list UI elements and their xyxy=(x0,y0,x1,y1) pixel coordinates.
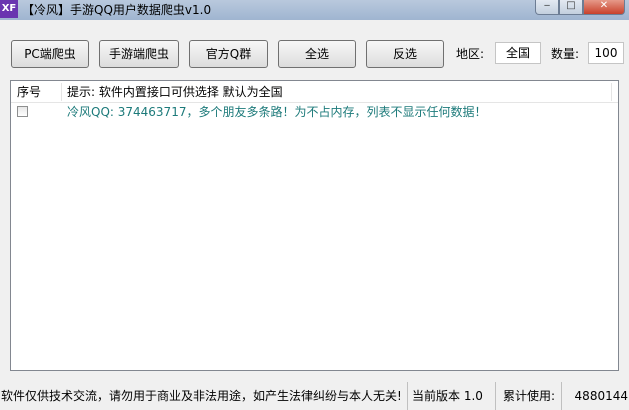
title-bar: XF 【冷风】手游QQ用户数据爬虫v1.0 ‒ □ ✕ xyxy=(0,0,629,20)
list-item[interactable]: 冷风QQ: 374463717，多个朋友多条路！为不占内存，列表不显示任何数据！ xyxy=(11,103,618,121)
invert-selection-button[interactable]: 反选 xyxy=(366,40,444,68)
column-divider[interactable] xyxy=(611,83,612,101)
column-header-hint[interactable]: 提示: 软件内置接口可供选择 默认为全国 xyxy=(67,84,283,100)
official-qq-group-button[interactable]: 官方Q群 xyxy=(189,40,268,68)
select-all-button[interactable]: 全选 xyxy=(278,40,356,68)
maximize-button[interactable]: □ xyxy=(559,0,583,15)
pc-crawler-button[interactable]: PC端爬虫 xyxy=(11,40,89,68)
region-label: 地区: xyxy=(456,47,485,61)
version-text: 当前版本 1.0 xyxy=(408,382,496,410)
app-logo-icon: XF xyxy=(0,0,18,18)
close-icon: ✕ xyxy=(599,0,609,11)
row-text: 冷风QQ: 374463717，多个朋友多条路！为不占内存，列表不显示任何数据！ xyxy=(67,105,487,119)
row-checkbox[interactable] xyxy=(17,106,28,117)
disclaimer-text: 软件仅供技术交流，请勿用于商业及非法用途，如产生法律纠纷与本人无关! xyxy=(0,382,408,410)
list-header: 序号 提示: 软件内置接口可供选择 默认为全国 xyxy=(11,81,618,103)
close-button[interactable]: ✕ xyxy=(583,0,625,15)
minimize-button[interactable]: ‒ xyxy=(535,0,559,15)
results-list[interactable]: 序号 提示: 软件内置接口可供选择 默认为全国 冷风QQ: 374463717，… xyxy=(10,80,619,371)
window-title: 【冷风】手游QQ用户数据爬虫v1.0 xyxy=(22,3,212,17)
quantity-label: 数量: xyxy=(551,47,580,61)
usage-count-label: 累计使用: xyxy=(496,382,562,410)
maximize-icon: □ xyxy=(566,0,576,11)
quantity-input[interactable]: 100 xyxy=(588,42,624,64)
minimize-icon: ‒ xyxy=(543,0,551,11)
usage-count-value: 4880144 xyxy=(574,389,628,403)
column-header-index[interactable]: 序号 xyxy=(17,84,41,100)
region-select[interactable]: 全国 xyxy=(495,42,541,64)
status-bar: 软件仅供技术交流，请勿用于商业及非法用途，如产生法律纠纷与本人无关! 当前版本 … xyxy=(0,382,629,410)
column-divider[interactable] xyxy=(61,83,62,101)
mobile-crawler-button[interactable]: 手游端爬虫 xyxy=(99,40,179,68)
